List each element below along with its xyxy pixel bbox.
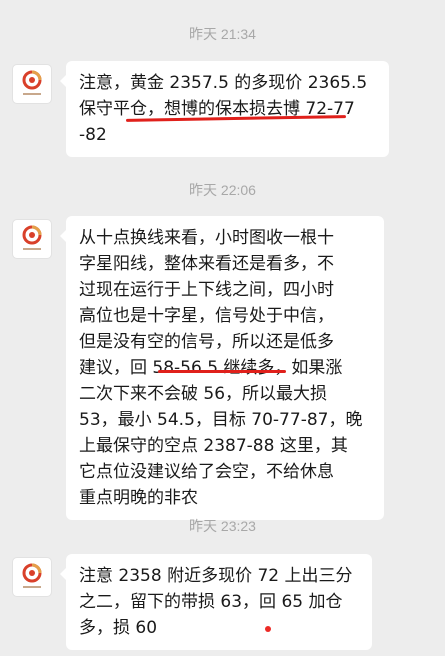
message-line: 53，最小 54.5，目标 70-77-87，晚 <box>79 410 363 430</box>
message-line: 二次下来不会破 56，所以最大损 <box>79 384 328 404</box>
brand-logo-icon <box>22 70 42 95</box>
message-line: 从十点换线来看，小时图收一根十 <box>79 228 334 248</box>
message-bubble[interactable]: 注意，黄金 2357.5 的多现价 2365.5 保守平仓，想博的保本损去博 7… <box>60 61 389 157</box>
message-line: 但是没有空的信号，所以还是低多 <box>79 332 334 352</box>
timestamp: 昨天 23:23 <box>189 518 256 534</box>
message-line: 注意，黄金 2357.5 的多现价 2365.5 <box>79 73 368 93</box>
message-line: -82 <box>79 125 107 145</box>
message-line: 重点明晚的非农 <box>79 488 198 508</box>
message-line: 字星阳线，整体来看还是看多，不 <box>79 254 334 274</box>
message-line: 它点位没建议给了会空，不给休息 <box>79 462 334 482</box>
brand-logo-icon <box>22 225 42 250</box>
timestamp: 昨天 22:06 <box>189 182 256 198</box>
message-line: 上最保守的空点 2387-88 这里，其 <box>79 436 348 456</box>
sender-avatar[interactable] <box>12 64 52 104</box>
sender-avatar[interactable] <box>12 557 52 597</box>
message-line: 注意 2358 附近多现价 72 上出三分 <box>79 566 353 586</box>
message-bubble[interactable]: 注意 2358 附近多现价 72 上出三分 之二，留下的带损 63，回 65 加… <box>60 554 372 650</box>
red-underline-annotation <box>158 370 286 373</box>
message-line: 多，损 60 <box>79 618 158 638</box>
message-line: 之二，留下的带损 63，回 65 加仓 <box>79 592 343 612</box>
brand-logo-icon <box>22 563 42 588</box>
message-line: 建议，回 58-56.5 继续多，如果涨 <box>79 358 343 378</box>
red-dot-annotation <box>265 626 271 632</box>
message-bubble[interactable]: 从十点换线来看，小时图收一根十 字星阳线，整体来看还是看多，不 过现在运行于上下… <box>60 216 384 520</box>
message-line: 过现在运行于上下线之间，四小时 <box>79 280 334 300</box>
timestamp: 昨天 21:34 <box>189 26 256 42</box>
message-line: 高位也是十字星，信号处于中信， <box>79 306 334 326</box>
sender-avatar[interactable] <box>12 219 52 259</box>
